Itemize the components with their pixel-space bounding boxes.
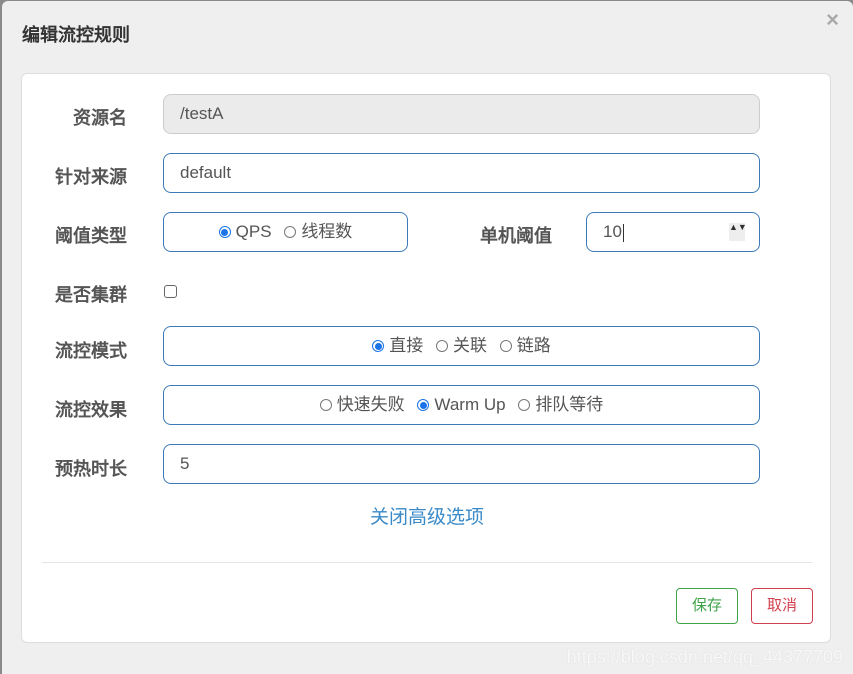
radio-unchecked-icon xyxy=(499,340,512,352)
close-icon[interactable]: × xyxy=(826,9,839,31)
strategy-radio-group: 直接 关联 链路 xyxy=(163,326,760,366)
grade-radio-qps[interactable]: QPS xyxy=(218,213,272,251)
radio-checked-icon xyxy=(372,340,385,352)
dialog-title: 编辑流控规则 xyxy=(22,25,130,45)
grade-radio-thread[interactable]: 线程数 xyxy=(284,213,352,251)
grade-radio-group: QPS 线程数 xyxy=(163,212,408,252)
radio-unchecked-icon xyxy=(436,340,448,352)
strategy-radio-chain-label: 链路 xyxy=(516,336,551,355)
count-input[interactable]: 10 ▲▼ xyxy=(586,212,760,252)
resource-input: /testA xyxy=(163,94,760,134)
grade-label: 阈值类型 xyxy=(55,226,127,246)
grade-radio-thread-label: 线程数 xyxy=(301,222,353,241)
strategy-radio-relate-label: 关联 xyxy=(453,336,487,355)
footer-divider xyxy=(42,562,812,563)
cluster-label: 是否集群 xyxy=(55,285,127,305)
grade-radio-qps-label: QPS xyxy=(235,222,272,241)
count-label: 单机阈值 xyxy=(480,226,552,246)
behavior-radio-fast-fail-label: 快速失败 xyxy=(336,395,405,414)
behavior-radio-queue[interactable]: 排队等待 xyxy=(518,386,603,424)
strategy-radio-chain[interactable]: 链路 xyxy=(499,327,551,365)
behavior-radio-warm-up-label: Warm Up xyxy=(434,395,506,414)
behavior-radio-fast-fail[interactable]: 快速失败 xyxy=(319,386,405,424)
spinner-icon[interactable]: ▲▼ xyxy=(729,223,747,241)
limit-app-input[interactable]: default xyxy=(163,153,760,193)
strategy-radio-direct[interactable]: 直接 xyxy=(372,327,423,365)
watermark: https://blog.csdn.net/qq_44377709 xyxy=(566,647,843,667)
radio-unchecked-icon xyxy=(284,226,297,238)
behavior-radio-queue-label: 排队等待 xyxy=(535,395,604,414)
save-button[interactable]: 保存 xyxy=(676,588,738,624)
strategy-label: 流控模式 xyxy=(55,341,127,361)
radio-unchecked-icon xyxy=(518,399,531,411)
strategy-radio-direct-label: 直接 xyxy=(389,336,424,355)
edit-flow-rule-dialog: 编辑流控规则 × 资源名 /testA 针对来源 default 阈值类型 QP… xyxy=(2,1,853,674)
resource-label: 资源名 xyxy=(73,108,127,128)
limit-app-label: 针对来源 xyxy=(55,167,127,187)
warmup-period-input[interactable]: 5 xyxy=(163,444,760,484)
behavior-radio-warm-up[interactable]: Warm Up xyxy=(417,386,506,424)
control-behavior-radio-group: 快速失败 Warm Up 排队等待 xyxy=(163,385,760,425)
strategy-radio-relate[interactable]: 关联 xyxy=(436,327,487,365)
warmup-period-label: 预热时长 xyxy=(55,459,127,479)
toggle-advanced-options-link[interactable]: 关闭高级选项 xyxy=(22,502,832,529)
radio-checked-icon xyxy=(417,399,430,411)
count-value: 10 xyxy=(603,222,622,241)
radio-unchecked-icon xyxy=(319,399,332,411)
form-panel: 资源名 /testA 针对来源 default 阈值类型 QPS 线程数 单机阈… xyxy=(21,73,831,643)
radio-checked-icon xyxy=(218,226,231,238)
text-caret xyxy=(622,223,624,242)
cluster-checkbox[interactable] xyxy=(164,285,177,298)
cancel-button[interactable]: 取消 xyxy=(751,588,813,624)
control-behavior-label: 流控效果 xyxy=(55,400,127,420)
